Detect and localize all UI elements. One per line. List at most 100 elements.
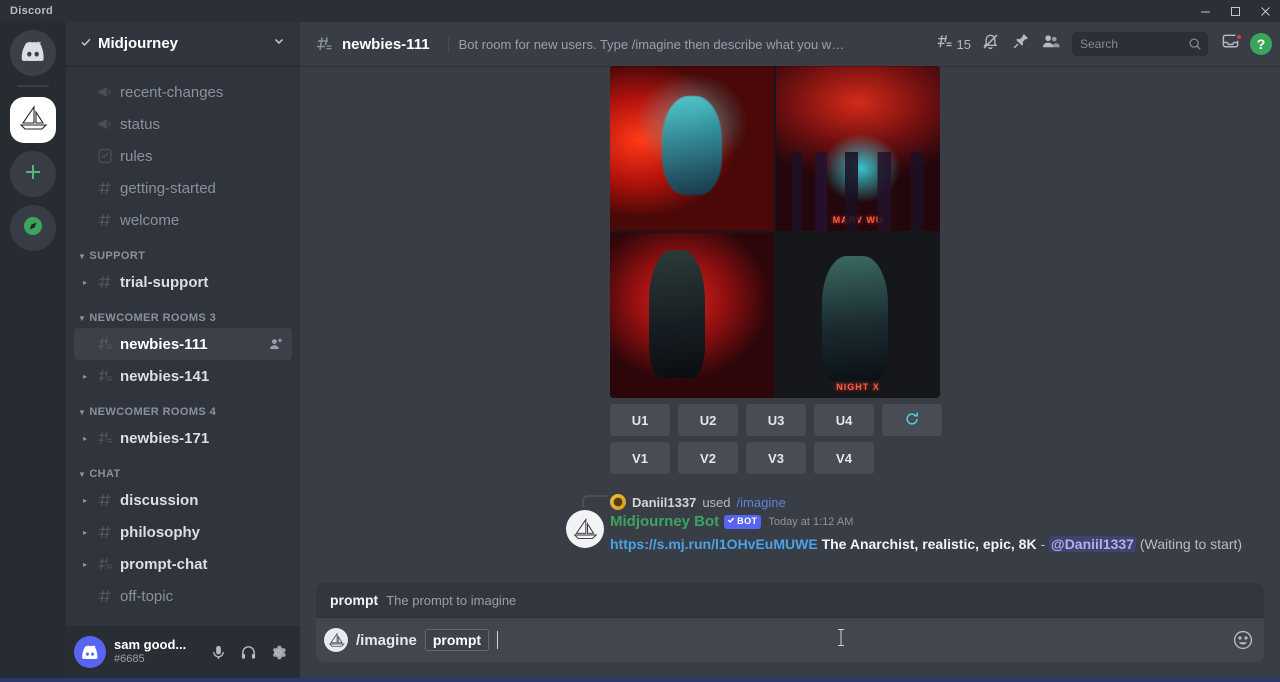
rules-icon (96, 147, 114, 165)
generation-status: (Waiting to start) (1139, 535, 1243, 552)
command-name[interactable]: /imagine (737, 495, 786, 510)
thread-expand-arrow[interactable]: ▸ (80, 528, 90, 537)
inbox-button[interactable] (1216, 30, 1244, 58)
upscale-button-3[interactable]: U3 (746, 404, 806, 436)
sidebar-item-getting-started[interactable]: ▸getting-started (74, 172, 292, 204)
user-actions (204, 638, 292, 666)
prompt-link[interactable]: https://s.mj.run/l1OHvEuMUWE (610, 536, 818, 552)
chevron-down-icon[interactable] (272, 34, 286, 53)
image-quadrant-4[interactable]: NIGHT X (776, 233, 940, 398)
channel-category-newcomer-rooms-3[interactable]: ▼ NEWCOMER ROOMS 3 (66, 298, 300, 328)
variation-button-4[interactable]: V4 (814, 442, 874, 474)
threads-button[interactable]: 15 (932, 30, 974, 58)
thread-expand-arrow[interactable]: ▸ (80, 372, 90, 381)
window-resize-grabber[interactable] (0, 678, 1280, 682)
hint-description: The prompt to imagine (386, 593, 517, 608)
user-mention[interactable]: @Daniil1337 (1049, 535, 1136, 552)
generated-image-grid[interactable]: MARV WU NIGHT X (610, 66, 940, 398)
thread-expand-arrow[interactable]: ▸ (80, 496, 90, 505)
hash-icon (96, 211, 114, 229)
upscale-button-2[interactable]: U2 (678, 404, 738, 436)
avatar[interactable] (74, 636, 106, 668)
search-input[interactable]: Search (1072, 32, 1208, 56)
add-member-icon[interactable] (268, 336, 284, 352)
user-name: sam good... (114, 638, 187, 653)
main-content: newbies-111 Bot room for new users. Type… (300, 22, 1280, 678)
guild-header[interactable]: Midjourney (66, 22, 300, 66)
bell-muted-icon (981, 32, 1000, 56)
headphones-icon[interactable] (234, 638, 262, 666)
bot-name[interactable]: Midjourney Bot (610, 512, 719, 532)
sidebar-item-discussion[interactable]: ▸ discussion (74, 484, 292, 516)
category-label: SUPPORT (89, 250, 146, 262)
inbox-unread-dot (1235, 33, 1243, 41)
guild-name: Midjourney (98, 35, 179, 52)
channel-category-newcomer-rooms-4[interactable]: ▼ NEWCOMER ROOMS 4 (66, 392, 300, 422)
sidebar-item-newbies-171[interactable]: ▸ newbies-171 (74, 422, 292, 454)
member-list-button[interactable] (1036, 30, 1064, 58)
bot-message-text: https://s.mj.run/l1OHvEuMUWE The Anarchi… (610, 535, 1280, 555)
command-verb: used (702, 494, 731, 510)
microphone-icon[interactable] (204, 638, 232, 666)
verified-check-icon (80, 36, 92, 51)
maximize-button[interactable] (1220, 0, 1250, 22)
upscale-button-1[interactable]: U1 (610, 404, 670, 436)
channel-header: newbies-111 Bot room for new users. Type… (300, 22, 1280, 66)
variation-button-3[interactable]: V3 (746, 442, 806, 474)
sidebar-item-trial-support[interactable]: ▸ trial-support (74, 266, 292, 298)
sidebar-item-newbies-111[interactable]: ▸newbies-111 (74, 328, 292, 360)
variation-button-2[interactable]: V2 (678, 442, 738, 474)
sidebar-item-philosophy[interactable]: ▸ philosophy (74, 516, 292, 548)
image-quadrant-3[interactable] (610, 233, 774, 398)
search-placeholder: Search (1080, 37, 1119, 51)
guild-add-server[interactable] (10, 151, 56, 197)
sidebar-item-prompt-chat[interactable]: ▸ prompt-chat (74, 548, 292, 580)
compass-icon (22, 215, 44, 242)
sidebar-item-off-topic[interactable]: ▸off-topic (74, 580, 292, 612)
midjourney-actions: U1 U2 U3 U4 V1 V2 V3 V4 (610, 404, 1280, 474)
sidebar-item-newbies-141[interactable]: ▸ newbies-141 (74, 360, 292, 392)
guild-midjourney[interactable] (10, 97, 56, 143)
command-hint-bar: prompt The prompt to imagine (316, 583, 1264, 618)
channel-category-chat[interactable]: ▼ CHAT (66, 454, 300, 484)
thread-expand-arrow[interactable]: ▸ (80, 434, 90, 443)
status-badge: BOT (724, 514, 762, 529)
hint-key: prompt (330, 592, 379, 608)
sidebar-item-label: rules (120, 147, 153, 165)
emoji-icon[interactable] (1232, 629, 1254, 651)
window-controls (1190, 0, 1280, 22)
composer-option-chip[interactable]: prompt (424, 629, 490, 651)
sidebar-item-recent-changes[interactable]: ▸recent-changes (74, 76, 292, 108)
channel-category-support[interactable]: ▼ SUPPORT (66, 236, 300, 266)
sidebar-item-rules[interactable]: ▸rules (74, 140, 292, 172)
thread-expand-arrow[interactable]: ▸ (80, 278, 90, 287)
command-author[interactable]: Daniil1337 (632, 495, 696, 510)
verified-check-icon (727, 516, 735, 528)
notification-settings-button[interactable] (976, 30, 1004, 58)
variation-row: V1 V2 V3 V4 (610, 442, 1280, 474)
message-list: MARV WU NIGHT X U1 U2 U3 U4 V1 V2 V3 V4 … (300, 66, 1280, 583)
reroll-button[interactable] (882, 404, 942, 436)
gear-icon[interactable] (264, 638, 292, 666)
sidebar-item-status[interactable]: ▸status (74, 108, 292, 140)
help-button[interactable]: ? (1250, 33, 1272, 55)
sidebar-item-welcome[interactable]: ▸welcome (74, 204, 292, 236)
guild-discord-home[interactable] (10, 30, 56, 76)
image-quadrant-2[interactable]: MARV WU (776, 66, 940, 231)
guild-explore[interactable] (10, 205, 56, 251)
search-icon (1188, 37, 1202, 51)
image-quadrant-1[interactable] (610, 66, 774, 231)
upscale-button-4[interactable]: U4 (814, 404, 874, 436)
pinned-messages-button[interactable] (1006, 30, 1034, 58)
avatar[interactable] (566, 510, 604, 548)
message-composer[interactable]: /imagine prompt (316, 618, 1264, 662)
sidebar-item-label: discussion (120, 491, 199, 509)
thread-expand-arrow[interactable]: ▸ (80, 560, 90, 569)
minimize-button[interactable] (1190, 0, 1220, 22)
threads-count: 15 (956, 36, 971, 52)
category-label: NEWCOMER ROOMS 3 (89, 312, 217, 324)
close-button[interactable] (1250, 0, 1280, 22)
sailboat-icon (18, 104, 48, 137)
bot-message-header: Midjourney Bot BOT Today at 1:12 AM (610, 512, 1280, 532)
variation-button-1[interactable]: V1 (610, 442, 670, 474)
